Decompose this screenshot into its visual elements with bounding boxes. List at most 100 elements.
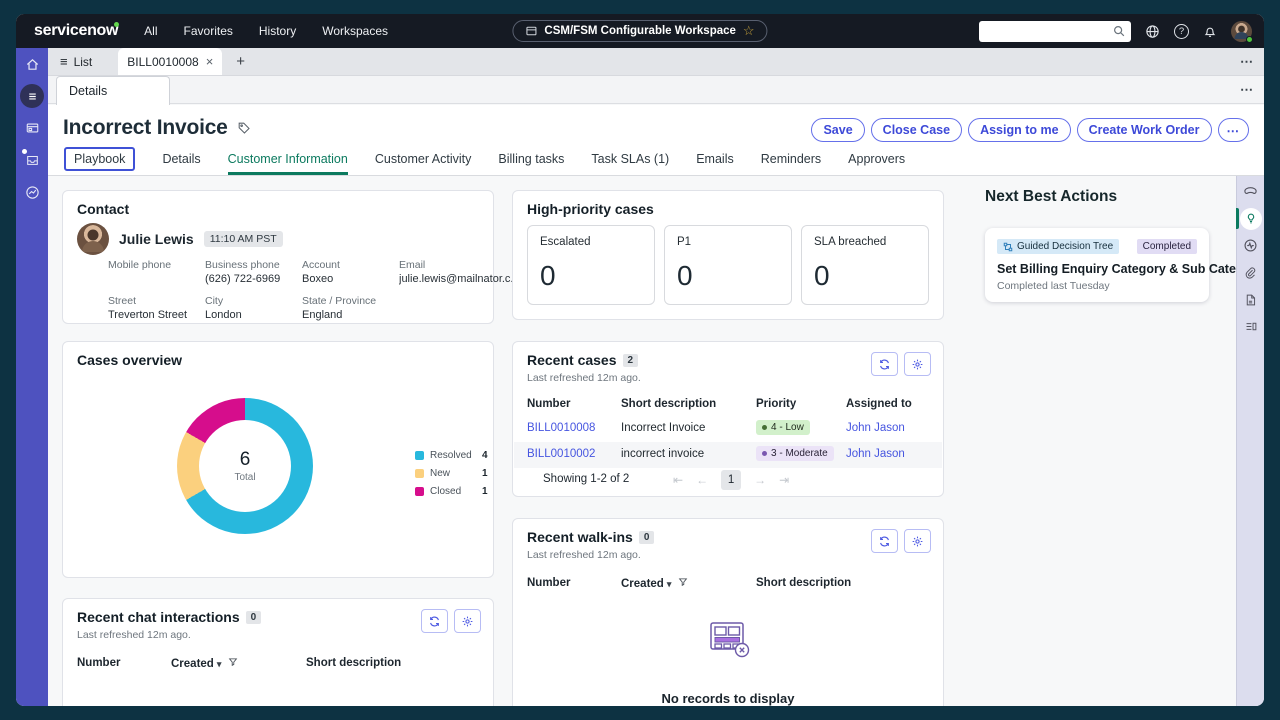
more-actions-button[interactable]: ⋯ xyxy=(1217,118,1249,142)
column-header[interactable]: Number xyxy=(527,577,570,589)
nav-item-favorites[interactable]: Favorites xyxy=(184,24,233,38)
create-work-order-button[interactable]: Create Work Order xyxy=(1076,118,1212,142)
last-page-icon[interactable]: ⇥ xyxy=(779,473,789,487)
sidebar-dashboard-button[interactable] xyxy=(16,176,48,208)
table-row[interactable]: BILL0010008 Incorrect Invoice 4 - Low Jo… xyxy=(514,416,942,442)
tile-p1[interactable]: P1 0 xyxy=(664,225,792,305)
sidebar-menu-button[interactable] xyxy=(16,80,48,112)
tag-icon[interactable] xyxy=(237,121,251,135)
add-tab-button[interactable]: + xyxy=(222,48,259,75)
legend-label: Closed xyxy=(430,486,462,497)
tile-escalated[interactable]: Escalated 0 xyxy=(527,225,655,305)
close-tab-icon[interactable]: × xyxy=(206,54,214,69)
attachments-button[interactable] xyxy=(1237,259,1264,286)
first-page-icon[interactable]: ⇤ xyxy=(673,473,683,487)
sidebar-home-button[interactable] xyxy=(16,48,48,80)
decision-tree-icon xyxy=(1003,242,1013,251)
next-best-actions-button[interactable] xyxy=(1236,205,1264,232)
column-header[interactable]: Assigned to xyxy=(846,398,912,410)
column-header-sortable[interactable]: Created ▾ xyxy=(171,657,238,670)
legend-item-new[interactable]: New 1 xyxy=(415,468,488,479)
contact-name[interactable]: Julie Lewis xyxy=(119,231,194,247)
form-bar-options-button[interactable]: ⋯ xyxy=(1240,76,1254,103)
gear-icon[interactable] xyxy=(904,529,931,553)
filter-icon[interactable] xyxy=(678,577,688,587)
case-number-link[interactable]: BILL0010002 xyxy=(527,448,595,460)
legend-item-resolved[interactable]: Resolved 4 xyxy=(415,450,488,461)
user-avatar[interactable] xyxy=(1231,20,1253,43)
notes-button[interactable] xyxy=(1237,286,1264,313)
details-form-tab[interactable]: Details xyxy=(56,76,170,105)
contact-card-title: Contact xyxy=(77,201,130,217)
current-page[interactable]: 1 xyxy=(721,470,742,490)
tab-reminders[interactable]: Reminders xyxy=(761,143,821,175)
prev-page-icon[interactable]: ← xyxy=(696,473,708,487)
filter-icon[interactable] xyxy=(228,657,238,667)
tab-details[interactable]: Details xyxy=(162,143,200,175)
tab-billing-tasks[interactable]: Billing tasks xyxy=(498,143,564,175)
menu-active-circle xyxy=(20,84,44,108)
column-header[interactable]: Number xyxy=(527,398,570,410)
contact-avatar[interactable] xyxy=(77,223,109,255)
nba-card-title[interactable]: Set Billing Enquiry Category & Sub Categ… xyxy=(997,262,1263,276)
list-tab[interactable]: ≡ List xyxy=(48,48,104,75)
globe-icon[interactable] xyxy=(1145,24,1160,39)
notifications-bell-icon[interactable] xyxy=(1203,24,1217,39)
activity-button[interactable] xyxy=(1237,232,1264,259)
next-best-action-card[interactable]: Guided Decision Tree Completed Set Billi… xyxy=(985,228,1263,302)
column-label: Created xyxy=(171,658,214,670)
sidebar-workspace-button[interactable] xyxy=(16,112,48,144)
legend-item-closed[interactable]: Closed 1 xyxy=(415,486,488,497)
assign-to-me-button[interactable]: Assign to me xyxy=(968,118,1071,142)
status-badge: Completed xyxy=(1136,239,1197,254)
column-header[interactable]: Priority xyxy=(756,398,796,410)
refresh-button[interactable] xyxy=(871,352,898,376)
favorite-star-icon[interactable]: ☆ xyxy=(743,23,755,39)
nav-item-history[interactable]: History xyxy=(259,24,296,38)
save-button[interactable]: Save xyxy=(811,118,865,142)
table-row[interactable]: BILL0010002 incorrect invoice 3 - Modera… xyxy=(514,442,942,468)
nba-type-badge: Guided Decision Tree xyxy=(997,239,1120,254)
column-header[interactable]: Short description xyxy=(621,398,716,410)
search-icon[interactable] xyxy=(1112,24,1126,43)
column-header[interactable]: Number xyxy=(77,657,120,669)
assigned-to-link[interactable]: John Jason xyxy=(846,422,905,434)
tab-task-slas[interactable]: Task SLAs (1) xyxy=(591,143,669,175)
tab-customer-activity[interactable]: Customer Activity xyxy=(375,143,472,175)
sort-caret-icon[interactable]: ▾ xyxy=(217,659,222,669)
refresh-button[interactable] xyxy=(421,609,448,633)
case-number-link[interactable]: BILL0010008 xyxy=(527,422,595,434)
close-case-button[interactable]: Close Case xyxy=(870,118,963,142)
workspace-switcher[interactable]: CSM/FSM Configurable Workspace ☆ xyxy=(512,20,768,42)
tab-emails[interactable]: Emails xyxy=(696,143,734,175)
nba-card-subtitle: Completed last Tuesday xyxy=(997,280,1110,292)
nav-item-all[interactable]: All xyxy=(144,24,157,38)
chart-legend: Resolved 4 New 1 Closed 1 xyxy=(415,450,488,497)
tab-approvers[interactable]: Approvers xyxy=(848,143,905,175)
refresh-button[interactable] xyxy=(871,529,898,553)
help-icon[interactable]: ? xyxy=(1174,23,1189,39)
donut-chart[interactable]: 6 Total xyxy=(177,398,313,534)
servicenow-logo[interactable]: servicenow xyxy=(34,22,119,40)
tab-customer-information[interactable]: Customer Information xyxy=(227,143,348,175)
column-header-sortable[interactable]: Created ▾ xyxy=(621,577,688,590)
nav-item-workspaces[interactable]: Workspaces xyxy=(322,24,388,38)
sort-caret-icon[interactable]: ▾ xyxy=(667,579,672,589)
tab-strip-options-button[interactable]: ⋯ xyxy=(1240,48,1254,75)
related-lists-button[interactable] xyxy=(1237,313,1264,340)
agent-assist-button[interactable] xyxy=(1237,178,1264,205)
tile-sla-breached[interactable]: SLA breached 0 xyxy=(801,225,929,305)
high-priority-tiles: Escalated 0 P1 0 SLA breached 0 xyxy=(527,225,929,305)
tab-approvers-label: Approvers xyxy=(848,152,906,166)
assigned-to-link[interactable]: John Jason xyxy=(846,448,905,460)
sidebar-inbox-button[interactable] xyxy=(16,144,48,176)
next-page-icon[interactable]: → xyxy=(754,473,766,487)
record-tab-label: BILL0010008 xyxy=(127,54,199,69)
record-tab[interactable]: BILL0010008 × xyxy=(118,48,223,75)
column-header[interactable]: Short description xyxy=(306,657,401,669)
search-input[interactable] xyxy=(979,20,1131,42)
gear-icon[interactable] xyxy=(904,352,931,376)
tab-playbook[interactable]: Playbook xyxy=(64,143,136,175)
column-header[interactable]: Short description xyxy=(756,577,851,589)
gear-icon[interactable] xyxy=(454,609,481,633)
